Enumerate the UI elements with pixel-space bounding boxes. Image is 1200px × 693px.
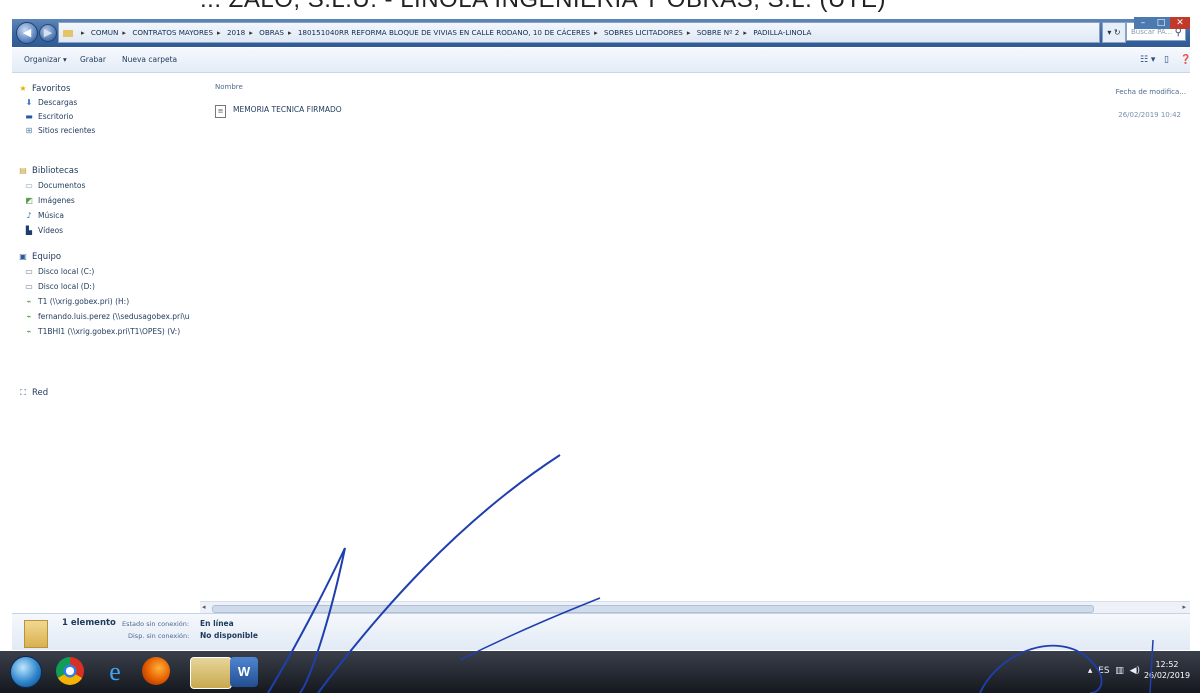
scrollbar-thumb[interactable] xyxy=(212,605,1094,613)
offline-availability-value: No disponible xyxy=(200,631,258,640)
back-button[interactable]: ◀ xyxy=(16,22,38,44)
title-bar: ◀ ▶ ▸ COMUN ▸ CONTRATOS MAYORES ▸ 2018 ▸ OB… xyxy=(12,17,1190,47)
clock-date: 26/02/2019 xyxy=(1143,671,1191,680)
scroll-right-icon[interactable]: ▸ xyxy=(1182,603,1186,611)
taskbar-clock[interactable]: 12:52 26/02/2019 xyxy=(1142,659,1192,681)
pictures-icon: ◩ xyxy=(25,196,33,205)
star-icon: ★ xyxy=(19,84,27,93)
new-folder-button[interactable]: Nueva carpeta xyxy=(122,48,177,72)
documents-icon: ▭ xyxy=(25,181,33,190)
file-explorer-icon[interactable] xyxy=(190,657,232,689)
burn-button[interactable]: Grabar xyxy=(80,48,106,72)
chevron-right-icon: ▸ xyxy=(287,28,292,37)
taskbar: e W ▴ ES ▥ ◀) 12:52 26/02/2019 xyxy=(0,651,1200,693)
word-icon[interactable]: W xyxy=(230,657,258,687)
drive-icon: ▭ xyxy=(25,267,33,276)
sidebar-computer[interactable]: ▣ Equipo xyxy=(18,250,61,264)
clock-time: 12:52 xyxy=(1155,660,1179,669)
breadcrumb-3[interactable]: OBRAS xyxy=(259,28,284,37)
network-drive-icon: ⌁ xyxy=(26,327,32,336)
drive-icon: ▭ xyxy=(25,282,33,291)
sidebar-item-network-drive-v[interactable]: ⌁ T1BHI1 (\\xrig.gobex.pri\T1\OPES) (V:) xyxy=(24,325,181,339)
close-button[interactable]: ✕ xyxy=(1170,17,1190,29)
firefox-icon[interactable] xyxy=(142,657,170,685)
chevron-right-icon: ▸ xyxy=(217,28,221,37)
chevron-right-icon: ▸ xyxy=(122,28,127,37)
file-list: Nombre Fecha de modifica... ≡ MEMORIA TE… xyxy=(205,78,1190,598)
column-header-date[interactable]: Fecha de modifica... xyxy=(1116,88,1186,96)
downloads-icon: ⬇ xyxy=(25,98,33,107)
language-indicator[interactable]: ES xyxy=(1098,666,1109,676)
scroll-left-icon[interactable]: ◂ xyxy=(202,603,206,611)
computer-icon: ▣ xyxy=(19,252,27,261)
volume-icon[interactable]: ◀) xyxy=(1130,666,1140,676)
desktop-icon: ▬ xyxy=(25,112,33,121)
videos-icon: ▙ xyxy=(25,226,33,235)
page-header-text: ... ZALO, S.L.U. - LINOLA INGENIERIA Y O… xyxy=(200,0,1020,16)
recent-places-icon: ⊞ xyxy=(25,126,33,135)
sidebar-item-recent[interactable]: ⊞ Sitios recientes xyxy=(24,124,96,138)
system-tray: ▴ ES ▥ ◀) xyxy=(1088,666,1140,676)
refresh-button[interactable]: ▾ ↻ xyxy=(1102,22,1126,43)
folder-icon xyxy=(24,620,48,648)
network-status-icon[interactable]: ▥ xyxy=(1115,666,1124,676)
sidebar-libraries[interactable]: ▤ Bibliotecas xyxy=(18,164,78,178)
organize-button[interactable]: Organizar ▾ xyxy=(24,48,67,72)
maximize-button[interactable]: □ xyxy=(1152,17,1170,29)
network-drive-icon: ⌁ xyxy=(26,297,32,306)
sidebar-item-drive-c[interactable]: ▭ Disco local (C:) xyxy=(24,265,94,279)
breadcrumb-2[interactable]: 2018 xyxy=(227,28,245,37)
breadcrumb-0[interactable]: COMUN xyxy=(91,28,119,37)
search-placeholder: Buscar PA... xyxy=(1131,28,1173,36)
breadcrumb-7[interactable]: PADILLA-LINOLA xyxy=(753,28,811,37)
document-icon: ≡ xyxy=(215,105,226,118)
forward-button[interactable]: ▶ xyxy=(39,24,57,42)
network-icon: ⛶ xyxy=(20,388,26,397)
minimize-button[interactable]: – xyxy=(1134,17,1152,29)
sidebar-item-documents[interactable]: ▭ Documentos xyxy=(24,179,85,193)
help-icon[interactable]: ❓ xyxy=(1180,48,1191,72)
library-icon: ▤ xyxy=(19,166,27,175)
command-toolbar: Organizar ▾ Grabar Nueva carpeta ☷ ▾ ▯ ❓ xyxy=(12,48,1191,73)
navigation-pane: ★ Favoritos ⬇ Descargas ▬ Escritorio ⊞ Sitio… xyxy=(12,78,202,598)
start-orb-icon[interactable] xyxy=(10,656,42,688)
sidebar-item-network-drive-u[interactable]: ⌁ fernando.luis.perez (\\sedusagobex.pri\… xyxy=(24,310,190,324)
breadcrumb-4[interactable]: 180151040RR REFORMA BLOQUE DE VIVIAS EN … xyxy=(298,28,590,37)
chevron-right-icon: ▸ xyxy=(686,28,691,37)
sidebar-item-desktop[interactable]: ▬ Escritorio xyxy=(24,110,73,124)
sidebar-item-pictures[interactable]: ◩ Imágenes xyxy=(24,194,75,208)
music-icon: ♪ xyxy=(26,211,32,220)
details-pane: 1 elemento Estado sin conexión: En línea… xyxy=(12,613,1190,650)
preview-pane-icon[interactable]: ▯ xyxy=(1164,48,1169,72)
item-count: 1 elemento xyxy=(62,618,116,628)
chevron-right-icon: ▸ xyxy=(594,28,598,37)
chrome-icon[interactable] xyxy=(56,657,84,685)
offline-status-value: En línea xyxy=(200,619,234,628)
offline-status-label: Estado sin conexión: xyxy=(122,620,190,628)
show-hidden-icons-icon[interactable]: ▴ xyxy=(1088,666,1093,676)
file-date: 26/02/2019 10:42 xyxy=(1118,111,1181,119)
sidebar-item-videos[interactable]: ▙ Vídeos xyxy=(24,224,63,238)
sidebar-network[interactable]: ⛶ Red xyxy=(18,386,48,400)
file-name: MEMORIA TECNICA FIRMADO xyxy=(233,105,342,114)
sidebar-favorites[interactable]: ★ Favoritos xyxy=(18,82,70,96)
chevron-right-icon: ▸ xyxy=(249,28,253,37)
chevron-right-icon: ▸ xyxy=(743,28,747,37)
breadcrumb-6[interactable]: SOBRE Nº 2 xyxy=(697,28,740,37)
internet-explorer-icon[interactable]: e xyxy=(100,657,130,687)
view-options-icon[interactable]: ☷ ▾ xyxy=(1140,48,1155,72)
column-header-name[interactable]: Nombre xyxy=(215,83,243,91)
sidebar-item-network-drive-h[interactable]: ⌁ T1 (\\xrig.gobex.pri) (H:) xyxy=(24,295,130,309)
sidebar-item-downloads[interactable]: ⬇ Descargas xyxy=(24,96,78,110)
folder-icon xyxy=(63,29,73,37)
sidebar-item-music[interactable]: ♪ Música xyxy=(24,209,64,223)
sidebar-item-drive-d[interactable]: ▭ Disco local (D:) xyxy=(24,280,95,294)
chevron-right-icon: ▸ xyxy=(81,28,85,37)
offline-availability-label: Disp. sin conexión: xyxy=(128,632,190,640)
breadcrumb-5[interactable]: SOBRES LICITADORES xyxy=(604,28,683,37)
list-item[interactable]: ≡ MEMORIA TECNICA FIRMADO 26/02/2019 10:… xyxy=(215,105,1185,119)
network-drive-icon: ⌁ xyxy=(26,312,32,321)
breadcrumb-1[interactable]: CONTRATOS MAYORES xyxy=(132,28,213,37)
address-bar[interactable]: ▸ COMUN ▸ CONTRATOS MAYORES ▸ 2018 ▸ OBRAS ▸… xyxy=(58,22,1100,43)
